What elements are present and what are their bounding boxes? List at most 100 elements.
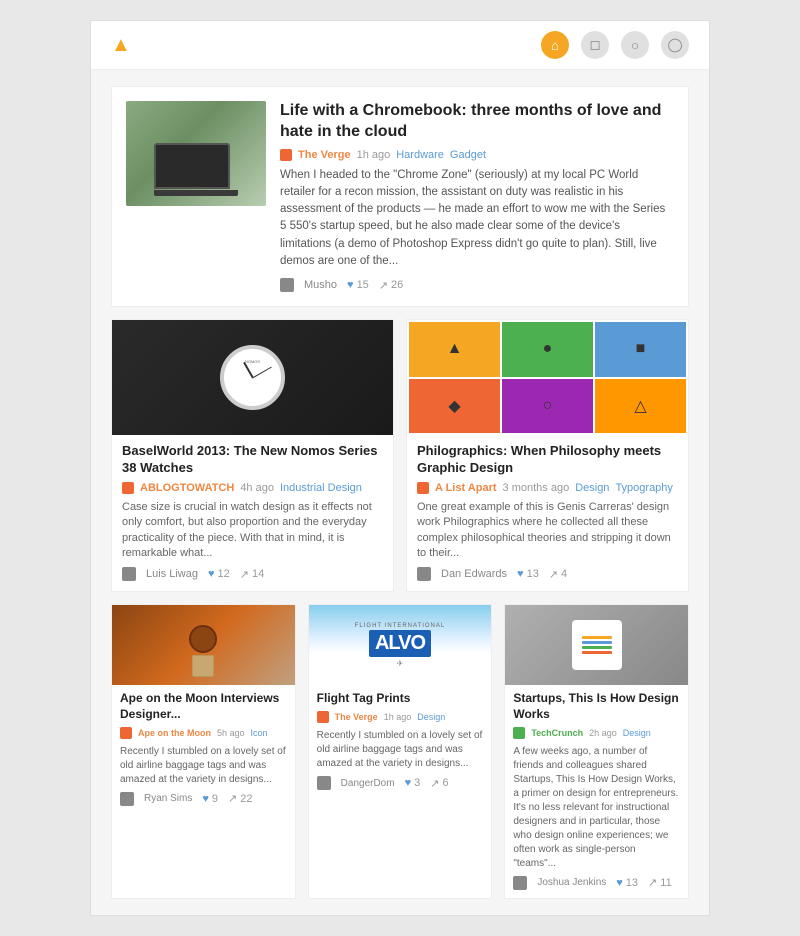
philo-tag1[interactable]: Design [575,482,609,494]
ape-likes-count: 9 [212,793,218,805]
bookmark-nav-button[interactable]: ◻ [581,31,609,59]
philo-body-text: One great example of this is Genis Carre… [417,500,678,562]
philo-author-avatar [417,567,431,581]
watch-heart-icon: ♥ [208,568,215,580]
philo-cell-4: ◆ [409,379,500,434]
ape-article-card: Ape on the Moon Interviews Designer... A… [111,604,296,898]
laptop-screen-icon [154,143,230,189]
philo-cell-6: △ [595,379,686,434]
philo-article-image: ▲ ● ■ ◆ ○ △ [407,320,688,435]
share-icon: ↗ [379,279,388,292]
featured-article-title[interactable]: Life with a Chromebook: three months of … [280,101,674,143]
watch-tag[interactable]: Industrial Design [280,482,362,494]
ape-tag[interactable]: Icon [251,728,268,738]
flight-heart-icon: ♥ [405,777,412,789]
home-nav-button[interactable]: ⌂ [541,31,569,59]
laptop-base-icon [154,190,238,196]
flight-article-image: FLIGHT INTERNATIONAL ALVO ✈ [309,605,492,685]
startup-article-title[interactable]: Startups, This Is How Design Works [513,691,680,722]
ape-body-text: Recently I stumbled on a lovely set of o… [120,745,287,787]
startup-time: 2h ago [589,728,617,738]
featured-shares: ↗ 26 [379,279,403,292]
philo-source-name[interactable]: A List Apart [435,482,497,494]
startup-tag[interactable]: Design [623,728,651,738]
flight-article-card: FLIGHT INTERNATIONAL ALVO ✈ Flight Tag P… [308,604,493,898]
flight-alvo-box: ALVO [369,630,431,657]
featured-shares-count: 26 [391,279,403,291]
ape-head-icon [189,625,217,653]
ape-meta-row: Ape on the Moon 5h ago Icon [120,727,287,739]
ape-footer: Ryan Sims ♥ 9 ↗ 22 [120,792,287,806]
philo-cell-2: ● [502,322,593,377]
featured-article-image [126,101,266,206]
philo-shares-count: 4 [561,568,567,580]
flight-likes-count: 3 [414,777,420,789]
featured-source-name[interactable]: The Verge [298,149,351,161]
flight-shares: ↗ 6 [430,777,448,790]
startup-heart-icon: ♥ [616,877,623,889]
ape-share-icon: ↗ [228,792,237,805]
ape-time: 5h ago [217,728,245,738]
startup-share-icon: ↗ [648,876,657,889]
philo-likes-count: 13 [527,568,539,580]
philo-share-icon: ↗ [549,568,558,581]
flight-body-text: Recently I stumbled on a lovely set of o… [317,729,484,771]
watch-article-image: NOMOS [112,320,393,435]
featured-article: Life with a Chromebook: three months of … [111,86,689,307]
watch-shares-count: 14 [252,568,264,580]
startup-footer: Joshua Jenkins ♥ 13 ↗ 11 [513,876,680,890]
watch-face-icon: NOMOS [220,345,285,410]
startup-article-card: Startups, This Is How Design Works TechC… [504,604,689,898]
philo-article-title[interactable]: Philographics: When Philosophy meets Gra… [417,443,678,477]
startup-meta-row: TechCrunch 2h ago Design [513,727,680,739]
philo-source-badge [417,482,429,494]
watch-article-title[interactable]: BaselWorld 2013: The New Nomos Series 38… [122,443,383,477]
watch-footer: Luis Liwag ♥ 12 ↗ 14 [122,567,383,581]
startup-article-image [505,605,688,685]
flight-source-name[interactable]: The Verge [335,712,378,722]
heart-icon: ♥ [347,279,354,291]
logo-icon[interactable]: ▲ [111,34,131,57]
search-nav-button[interactable]: ○ [621,31,649,59]
watch-brand-label: NOMOS [245,359,260,364]
ape-article-body: Ape on the Moon Interviews Designer... A… [112,691,295,805]
philo-footer: Dan Edwards ♥ 13 ↗ 4 [417,567,678,581]
ape-article-image [112,605,295,685]
flight-international-label: FLIGHT INTERNATIONAL [355,623,445,629]
philo-cell-1: ▲ [409,322,500,377]
startup-image-icon [572,620,622,670]
featured-article-content: Life with a Chromebook: three months of … [280,101,674,292]
philo-heart-icon: ♥ [517,568,524,580]
flight-article-title[interactable]: Flight Tag Prints [317,691,484,707]
watch-article-card: NOMOS BaselWorld 2013: The New Nomos Ser… [111,319,394,592]
page-wrapper: ▲ ⌂ ◻ ○ ◯ Life with a Chromebook: three … [90,20,710,916]
startup-author-avatar [513,876,527,890]
featured-tag2[interactable]: Gadget [450,149,486,161]
nav-icons: ⌂ ◻ ○ ◯ [541,31,689,59]
flight-time: 1h ago [384,712,412,722]
flight-tag[interactable]: Design [417,712,445,722]
startup-shares-count: 11 [660,877,671,889]
watch-time: 4h ago [240,482,274,494]
philo-meta-row: A List Apart 3 months ago Design Typogra… [417,482,678,494]
philo-cell-3: ■ [595,322,686,377]
flight-source-badge [317,711,329,723]
ape-source-name[interactable]: Ape on the Moon [138,728,211,738]
flight-author-avatar [317,776,331,790]
flight-likes: ♥ 3 [405,777,421,789]
featured-article-body: When I headed to the "Chrome Zone" (seri… [280,167,674,271]
ape-article-title[interactable]: Ape on the Moon Interviews Designer... [120,691,287,722]
watch-body-text: Case size is crucial in watch design as … [122,500,383,562]
watch-source-name[interactable]: ABLOGTOWATCH [140,482,234,494]
featured-tag1[interactable]: Hardware [396,149,444,161]
user-nav-button[interactable]: ◯ [661,31,689,59]
watch-likes-count: 12 [218,568,230,580]
watch-author-avatar [122,567,136,581]
philo-tag2[interactable]: Typography [615,482,672,494]
featured-author-avatar [280,278,294,292]
startup-source-name[interactable]: TechCrunch [531,728,583,738]
top-nav: ▲ ⌂ ◻ ○ ◯ [91,21,709,70]
philo-article-body: Philographics: When Philosophy meets Gra… [407,443,688,581]
watch-shares: ↗ 14 [240,568,264,581]
startup-article-body: Startups, This Is How Design Works TechC… [505,691,688,889]
